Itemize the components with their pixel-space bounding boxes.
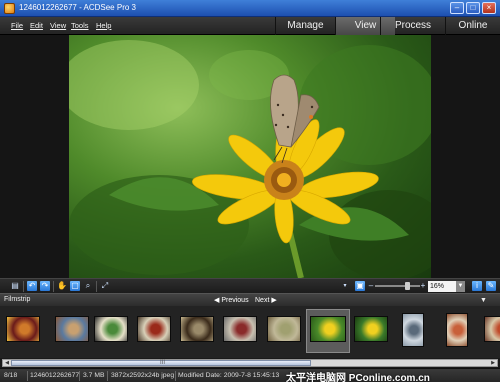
status-index: 8/18 bbox=[4, 372, 18, 379]
thumbnail[interactable] bbox=[484, 316, 500, 342]
filmstrip bbox=[0, 306, 500, 358]
filmstrip-scrollbar[interactable]: ◀ III ▶ bbox=[2, 359, 498, 367]
actual-size-icon[interactable]: ▣ bbox=[355, 281, 365, 291]
status-bar: 8/18 1246012262677 3.7 MB 3872x2592x24b … bbox=[0, 368, 500, 382]
close-button[interactable]: × bbox=[482, 2, 496, 14]
rotate-left-icon[interactable]: ↶ bbox=[27, 281, 37, 291]
toolbar-divider bbox=[23, 281, 24, 292]
toolbar-divider bbox=[96, 281, 97, 292]
menu-edit[interactable]: Edit bbox=[30, 21, 43, 30]
menu-view[interactable]: View bbox=[50, 21, 66, 30]
select-tool-icon[interactable]: ▢ bbox=[70, 281, 80, 291]
status-format: 3872x2592x24b jpeg bbox=[111, 372, 175, 379]
thumbnail[interactable] bbox=[137, 316, 171, 342]
status-divider bbox=[175, 371, 176, 381]
thumbnail[interactable] bbox=[55, 316, 89, 342]
scrollbar-grip-icon: III bbox=[160, 360, 166, 366]
thumbnail[interactable] bbox=[6, 316, 40, 342]
pconline-watermark: 太平洋电脑网 PConline.com.cn bbox=[286, 373, 430, 382]
scroll-right-arrow-icon[interactable]: ▶ bbox=[489, 360, 497, 366]
zoom-in-icon[interactable]: + bbox=[418, 281, 428, 291]
scrollbar-thumb[interactable]: III bbox=[11, 360, 311, 366]
rotate-right-icon[interactable]: ↷ bbox=[40, 281, 50, 291]
acdsee-app-icon bbox=[4, 3, 15, 14]
zoom-slider-track[interactable] bbox=[375, 285, 420, 287]
tab-manage[interactable]: Manage bbox=[275, 17, 335, 35]
status-divider bbox=[79, 371, 80, 381]
filmstrip-menu-icon[interactable]: ▼ bbox=[480, 297, 487, 304]
scroll-left-arrow-icon[interactable]: ◀ bbox=[3, 360, 11, 366]
info-icon[interactable]: i bbox=[472, 281, 482, 291]
tab-online[interactable]: Online bbox=[445, 17, 500, 35]
butterfly-flower-image bbox=[69, 40, 431, 278]
zoom-dropdown-button[interactable]: ▼ bbox=[456, 281, 465, 292]
properties-icon[interactable]: ✎ bbox=[486, 281, 496, 291]
status-filename: 1246012262677 bbox=[30, 372, 80, 379]
previous-button[interactable]: ◀ Previous bbox=[214, 296, 249, 304]
thumbnail[interactable] bbox=[180, 316, 214, 342]
menu-bar: File Edit View Tools Help Manage View Pr… bbox=[0, 17, 500, 35]
next-button[interactable]: Next ▶ bbox=[255, 296, 277, 304]
filmstrip-header: Filmstrip ◀ Previous Next ▶ ▼ bbox=[0, 293, 500, 306]
zoom-slider-handle[interactable] bbox=[405, 282, 410, 290]
viewer-toolbar: ▤ ↶ ↷ ✋ ▢ ⌕ ⤢ ▾ ▣ – + 16% ▼ i ✎ bbox=[0, 278, 500, 293]
main-photo[interactable] bbox=[69, 35, 431, 278]
minimize-button[interactable]: – bbox=[450, 2, 464, 14]
tab-process[interactable]: Process bbox=[380, 17, 445, 35]
menu-help[interactable]: Help bbox=[96, 21, 111, 30]
thumbnail[interactable] bbox=[223, 316, 257, 342]
menu-tools[interactable]: Tools bbox=[71, 21, 89, 30]
title-bar: 1246012262677 - ACDSee Pro 3 – □ × bbox=[0, 0, 500, 17]
filmstrip-title: Filmstrip bbox=[4, 296, 31, 303]
zoom-tool-icon[interactable]: ⌕ bbox=[83, 281, 93, 291]
toolbar-divider bbox=[53, 281, 54, 292]
thumbnail-selected[interactable] bbox=[310, 316, 346, 342]
maximize-button[interactable]: □ bbox=[466, 2, 480, 14]
menu-file[interactable]: File bbox=[11, 21, 23, 30]
filmstrip-toggle-icon[interactable]: ▤ bbox=[10, 281, 20, 291]
status-divider bbox=[107, 371, 108, 381]
status-divider bbox=[27, 371, 28, 381]
status-modified-date: Modified Date: 2009-7-8 15:45:13 bbox=[178, 372, 280, 379]
thumbnail[interactable] bbox=[94, 316, 128, 342]
dropdown-arrow-icon[interactable]: ▾ bbox=[340, 281, 350, 291]
thumbnail[interactable] bbox=[446, 313, 468, 347]
window-title: 1246012262677 - ACDSee Pro 3 bbox=[19, 3, 136, 12]
status-filesize: 3.7 MB bbox=[83, 372, 105, 379]
thumbnail[interactable] bbox=[354, 316, 388, 342]
thumbnail[interactable] bbox=[402, 313, 424, 347]
fullscreen-arrows-icon[interactable]: ⤢ bbox=[100, 281, 110, 291]
image-viewer[interactable] bbox=[0, 35, 500, 278]
thumbnail[interactable] bbox=[267, 316, 301, 342]
hand-tool-icon[interactable]: ✋ bbox=[57, 281, 67, 291]
